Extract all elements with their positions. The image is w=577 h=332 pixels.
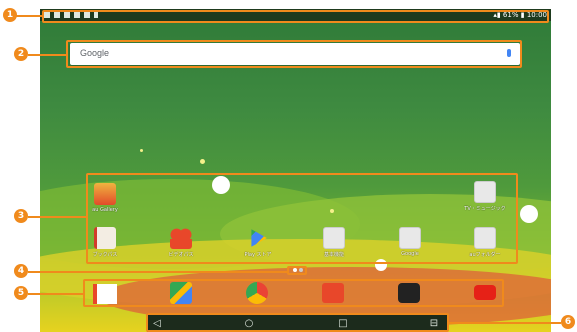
leader-line	[28, 271, 287, 273]
leader-line	[16, 15, 42, 17]
highlight-status-bar	[42, 10, 549, 23]
wallpaper-dot	[520, 205, 538, 223]
callout-3: 3	[14, 209, 28, 223]
callout-2: 2	[14, 47, 28, 61]
highlight-search-bar	[66, 40, 522, 68]
callout-1: 1	[3, 8, 17, 22]
highlight-dock	[83, 279, 504, 307]
callout-4: 4	[14, 264, 28, 278]
leader-line	[449, 322, 561, 324]
leader-line	[28, 54, 66, 56]
leader-line	[28, 216, 86, 218]
wallpaper-dot	[200, 159, 205, 164]
highlight-page-indicator	[287, 266, 307, 275]
highlight-nav-bar	[146, 313, 449, 332]
highlight-app-area	[86, 173, 518, 264]
wallpaper-dot	[140, 149, 143, 152]
callout-6: 6	[561, 315, 575, 329]
leader-line	[28, 293, 83, 295]
callout-5: 5	[14, 286, 28, 300]
